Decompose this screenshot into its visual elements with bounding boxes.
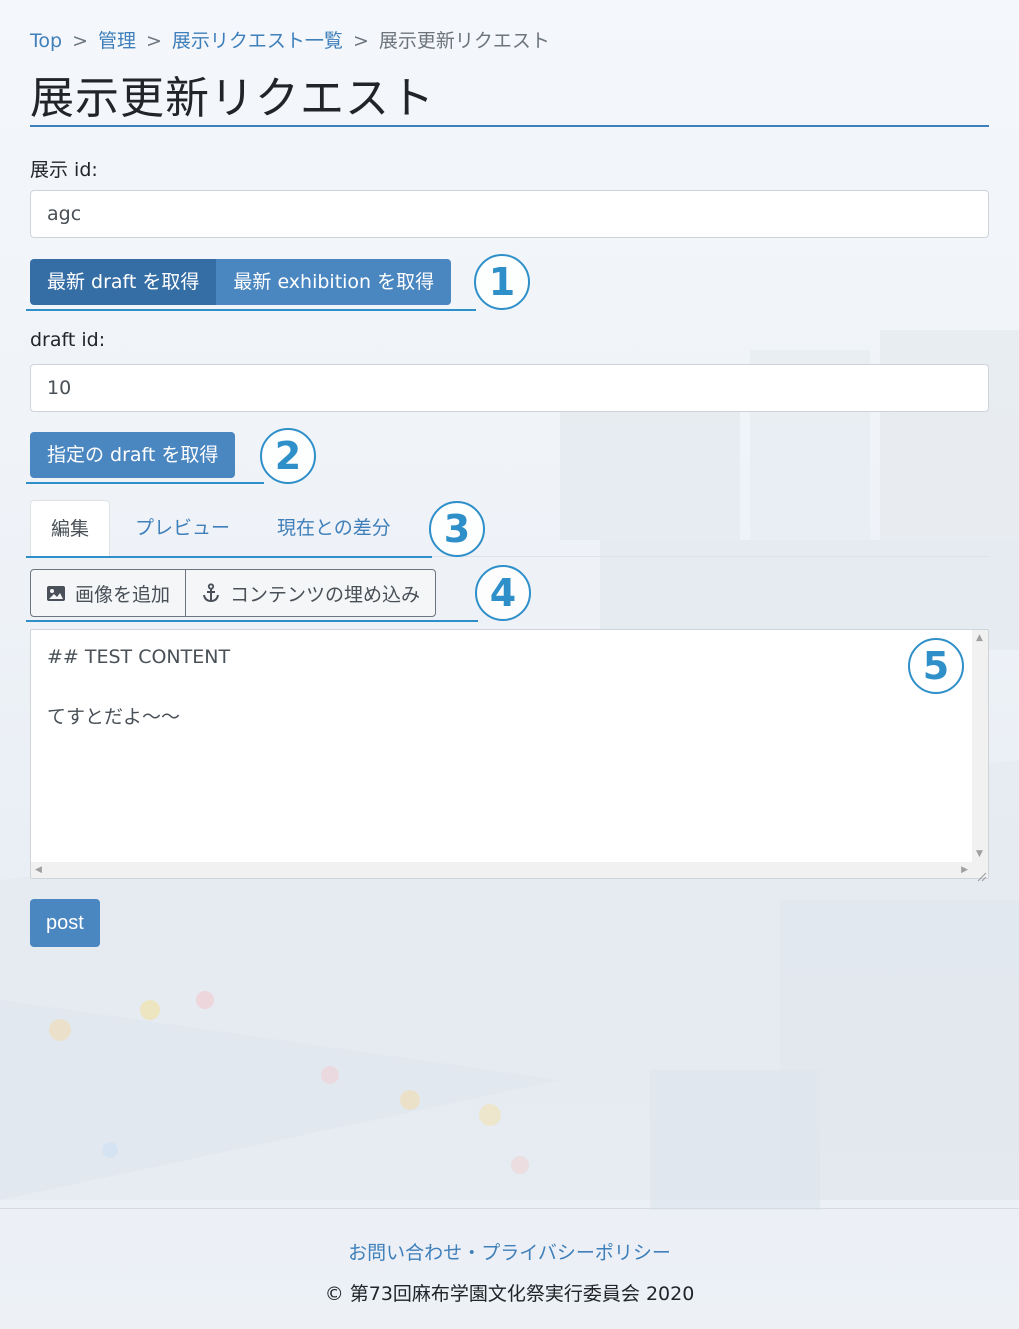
tab-preview[interactable]: プレビュー (115, 500, 250, 557)
breadcrumb-current: 展示更新リクエスト (378, 30, 550, 52)
page-title: 展示更新リクエスト (30, 73, 435, 124)
add-image-button[interactable]: 画像を追加 (31, 570, 185, 616)
breadcrumb: Top > 管理 > 展示リクエスト一覧 > 展示更新リクエスト (30, 26, 550, 53)
breadcrumb-admin-link[interactable]: 管理 (98, 30, 136, 52)
fetch-specified-draft-button[interactable]: 指定の draft を取得 (30, 432, 236, 478)
title-divider (30, 125, 989, 127)
copyright-text: © 第73回麻布学園文化祭実行委員会 2020 (324, 1283, 695, 1305)
horizontal-scrollbar[interactable]: ◀ ▶ (31, 862, 972, 878)
fetch-button-group: 最新 draft を取得 最新 exhibition を取得 (30, 259, 452, 305)
breadcrumb-top-link[interactable]: Top (30, 30, 62, 52)
breadcrumb-request-list-link[interactable]: 展示リクエスト一覧 (172, 30, 343, 52)
footer-links: お問い合わせ・プライバシーポリシー (0, 1238, 1019, 1265)
post-button[interactable]: post (30, 899, 100, 947)
editor-line: てすとだよ〜〜 (47, 706, 181, 728)
footer-separator: ・ (462, 1242, 482, 1264)
tab-edit[interactable]: 編集 (30, 500, 111, 557)
callout-underline (26, 556, 432, 558)
embed-content-button[interactable]: コンテンツの埋め込み (185, 570, 435, 616)
callout-marker-3: 3 (429, 501, 485, 557)
editor-toolbar: 画像を追加 コンテンツの埋め込み (30, 569, 437, 617)
embed-content-label: コンテンツの埋め込み (230, 583, 421, 606)
exhibit-id-label: 展示 id: (30, 159, 98, 181)
anchor-icon (203, 583, 220, 603)
content-editor-textarea[interactable]: ## TEST CONTENT てすとだよ〜〜 ▲ ▼ ◀ ▶ (30, 629, 989, 882)
fetch-latest-exhibition-button[interactable]: 最新 exhibition を取得 (216, 259, 452, 305)
callout-marker-1: 1 (474, 254, 530, 310)
resize-grip-icon (977, 872, 987, 882)
editor-line: ## TEST CONTENT (47, 646, 231, 668)
breadcrumb-separator: > (72, 30, 88, 52)
callout-marker-2: 2 (260, 428, 316, 484)
exhibit-id-input[interactable]: agc (30, 190, 989, 238)
privacy-policy-link[interactable]: プライバシーポリシー (481, 1242, 671, 1264)
callout-underline (26, 482, 264, 484)
callout-underline (26, 309, 476, 311)
vertical-scrollbar[interactable]: ▲ ▼ (972, 630, 988, 862)
tab-diff[interactable]: 現在との差分 (257, 500, 411, 557)
callout-underline (26, 620, 478, 622)
fetch-latest-draft-button[interactable]: 最新 draft を取得 (30, 259, 217, 305)
add-image-label: 画像を追加 (75, 583, 171, 606)
contact-link[interactable]: お問い合わせ (348, 1242, 462, 1264)
footer-divider (0, 1208, 1019, 1209)
resize-handle[interactable] (972, 862, 988, 882)
draft-id-input[interactable]: 10 (30, 364, 989, 412)
image-icon (47, 585, 65, 601)
breadcrumb-separator: > (146, 30, 162, 52)
callout-marker-4: 4 (475, 565, 531, 621)
callout-marker-5: 5 (908, 638, 964, 694)
breadcrumb-separator: > (352, 30, 369, 52)
draft-id-label: draft id: (30, 329, 106, 351)
